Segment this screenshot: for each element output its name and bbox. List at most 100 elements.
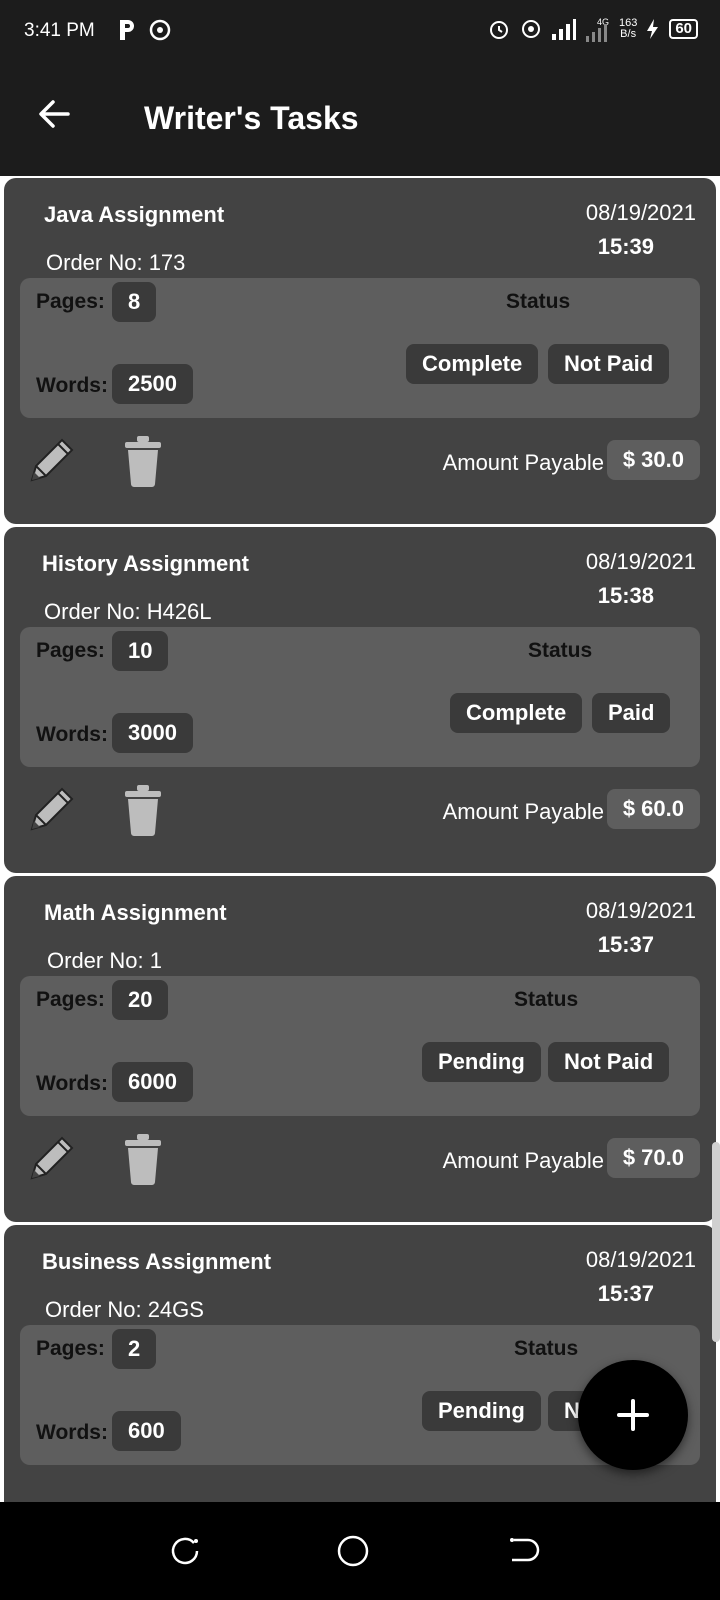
status-left-icons [116, 18, 172, 42]
amount-payable-label: Amount Payable [442, 1148, 604, 1173]
task-order-number: Order No: 1 [47, 948, 162, 973]
task-card[interactable]: Math Assignment Order No: 1 08/19/2021 1… [4, 876, 716, 1222]
words-label: Words: [36, 1421, 108, 1444]
pages-label: Pages: [36, 290, 105, 313]
alarm-icon [489, 21, 508, 39]
pencil-icon [30, 787, 74, 831]
edit-button[interactable] [24, 1132, 78, 1191]
page-title: Writer's Tasks [144, 100, 359, 136]
status-right-icons: 4G 163 B/s 60 [487, 16, 698, 42]
task-order-number: Order No: H426L [44, 599, 212, 624]
status-label: Status [514, 1337, 579, 1360]
battery-level: 60 [669, 19, 698, 39]
amount-payable-value: $ 60.0 [606, 789, 700, 829]
amount-payable-value: $ 30.0 [606, 440, 700, 480]
system-navigation-bar [0, 1502, 720, 1600]
pages-label: Pages: [36, 988, 105, 1011]
trash-icon [125, 1134, 161, 1185]
status-bar: 3:41 PM 4G 163 B/s 60 [0, 0, 720, 64]
task-subject: History Assignment [42, 551, 250, 576]
edit-button[interactable] [24, 434, 78, 493]
task-order-number: Order No: 24GS [45, 1297, 204, 1322]
words-value: 6000 [112, 1062, 193, 1102]
progress-status-badge[interactable]: Pending [422, 1042, 541, 1082]
task-details-panel: Pages: 10 Words: 3000 Status Complete Pa… [20, 627, 700, 767]
words-label: Words: [36, 723, 108, 746]
delete-button[interactable] [122, 434, 164, 493]
progress-status-badge[interactable]: Complete [450, 693, 583, 733]
hotspot-icon [521, 20, 540, 38]
payment-status-badge[interactable]: Not Paid [548, 344, 670, 384]
amount-payable-value: $ 70.0 [606, 1138, 700, 1178]
trash-icon [125, 785, 161, 836]
recents-icon [171, 1537, 199, 1565]
pencil-icon [30, 438, 74, 482]
task-date: 08/19/2021 [585, 898, 696, 923]
speed-unit: B/s [620, 28, 637, 40]
words-value: 2500 [112, 364, 193, 404]
delete-button[interactable] [122, 1132, 164, 1191]
pages-value: 8 [112, 282, 157, 322]
recents-button[interactable] [168, 1534, 202, 1573]
payment-status-badge[interactable]: Not Paid [548, 1042, 670, 1082]
trash-icon [125, 436, 161, 487]
pages-value: 20 [112, 980, 169, 1020]
app-bar: Writer's Tasks [0, 64, 720, 176]
task-actions [24, 1132, 164, 1191]
words-value: 3000 [112, 713, 193, 753]
task-actions [24, 783, 164, 842]
task-subject: Java Assignment [44, 202, 225, 227]
scrollbar-thumb[interactable] [712, 1142, 720, 1342]
pages-label: Pages: [36, 639, 105, 662]
task-order-number: Order No: 173 [46, 250, 186, 275]
pencil-icon [30, 1136, 74, 1180]
payment-status-badge[interactable]: Paid [592, 693, 671, 733]
back-nav-icon [510, 1538, 540, 1562]
words-value: 600 [112, 1411, 181, 1451]
task-details-panel: Pages: 8 Words: 2500 Status Complete Not… [20, 278, 700, 418]
task-details-panel: Pages: 20 Words: 6000 Status Pending Not… [20, 976, 700, 1116]
task-actions [24, 434, 164, 493]
home-icon [337, 1535, 369, 1567]
task-subject: Math Assignment [44, 900, 227, 925]
back-button[interactable] [36, 96, 72, 137]
delete-button[interactable] [122, 783, 164, 842]
task-time: 15:39 [597, 234, 654, 259]
network-label: 4G [597, 17, 609, 27]
hotspot-icon [149, 19, 171, 41]
status-label: Status [528, 639, 593, 662]
edit-button[interactable] [24, 783, 78, 842]
task-card[interactable]: History Assignment Order No: H426L 08/19… [4, 527, 716, 873]
signal-4g-icon: 4G [585, 17, 609, 42]
add-task-button[interactable] [578, 1360, 688, 1470]
amount-payable-label: Amount Payable [442, 799, 604, 824]
task-subject: Business Assignment [42, 1249, 272, 1274]
words-label: Words: [36, 1072, 108, 1095]
task-date: 08/19/2021 [585, 200, 696, 225]
pages-label: Pages: [36, 1337, 105, 1360]
amount-payable-label: Amount Payable [442, 450, 604, 475]
signal-icon [551, 19, 576, 40]
task-time: 15:37 [597, 932, 654, 957]
task-date: 08/19/2021 [585, 549, 696, 574]
progress-status-badge[interactable]: Complete [406, 344, 539, 384]
status-time: 3:41 PM [24, 20, 95, 41]
progress-status-badge[interactable]: Pending [422, 1391, 541, 1431]
back-nav-button[interactable] [506, 1534, 540, 1573]
task-date: 08/19/2021 [585, 1247, 696, 1272]
status-label: Status [514, 988, 579, 1011]
plus-icon [617, 1399, 649, 1431]
words-label: Words: [36, 374, 108, 397]
pages-value: 10 [112, 631, 169, 671]
charging-icon [647, 19, 659, 39]
parking-icon [120, 20, 134, 40]
home-button[interactable] [336, 1534, 370, 1573]
task-time: 15:38 [597, 583, 654, 608]
task-card[interactable]: Java Assignment Order No: 173 08/19/2021… [4, 178, 716, 524]
arrow-left-icon [39, 100, 70, 128]
task-time: 15:37 [597, 1281, 654, 1306]
task-list[interactable]: Java Assignment Order No: 173 08/19/2021… [0, 176, 720, 1502]
status-label: Status [506, 290, 571, 313]
pages-value: 2 [112, 1329, 157, 1369]
network-speed: 163 B/s [619, 18, 637, 40]
